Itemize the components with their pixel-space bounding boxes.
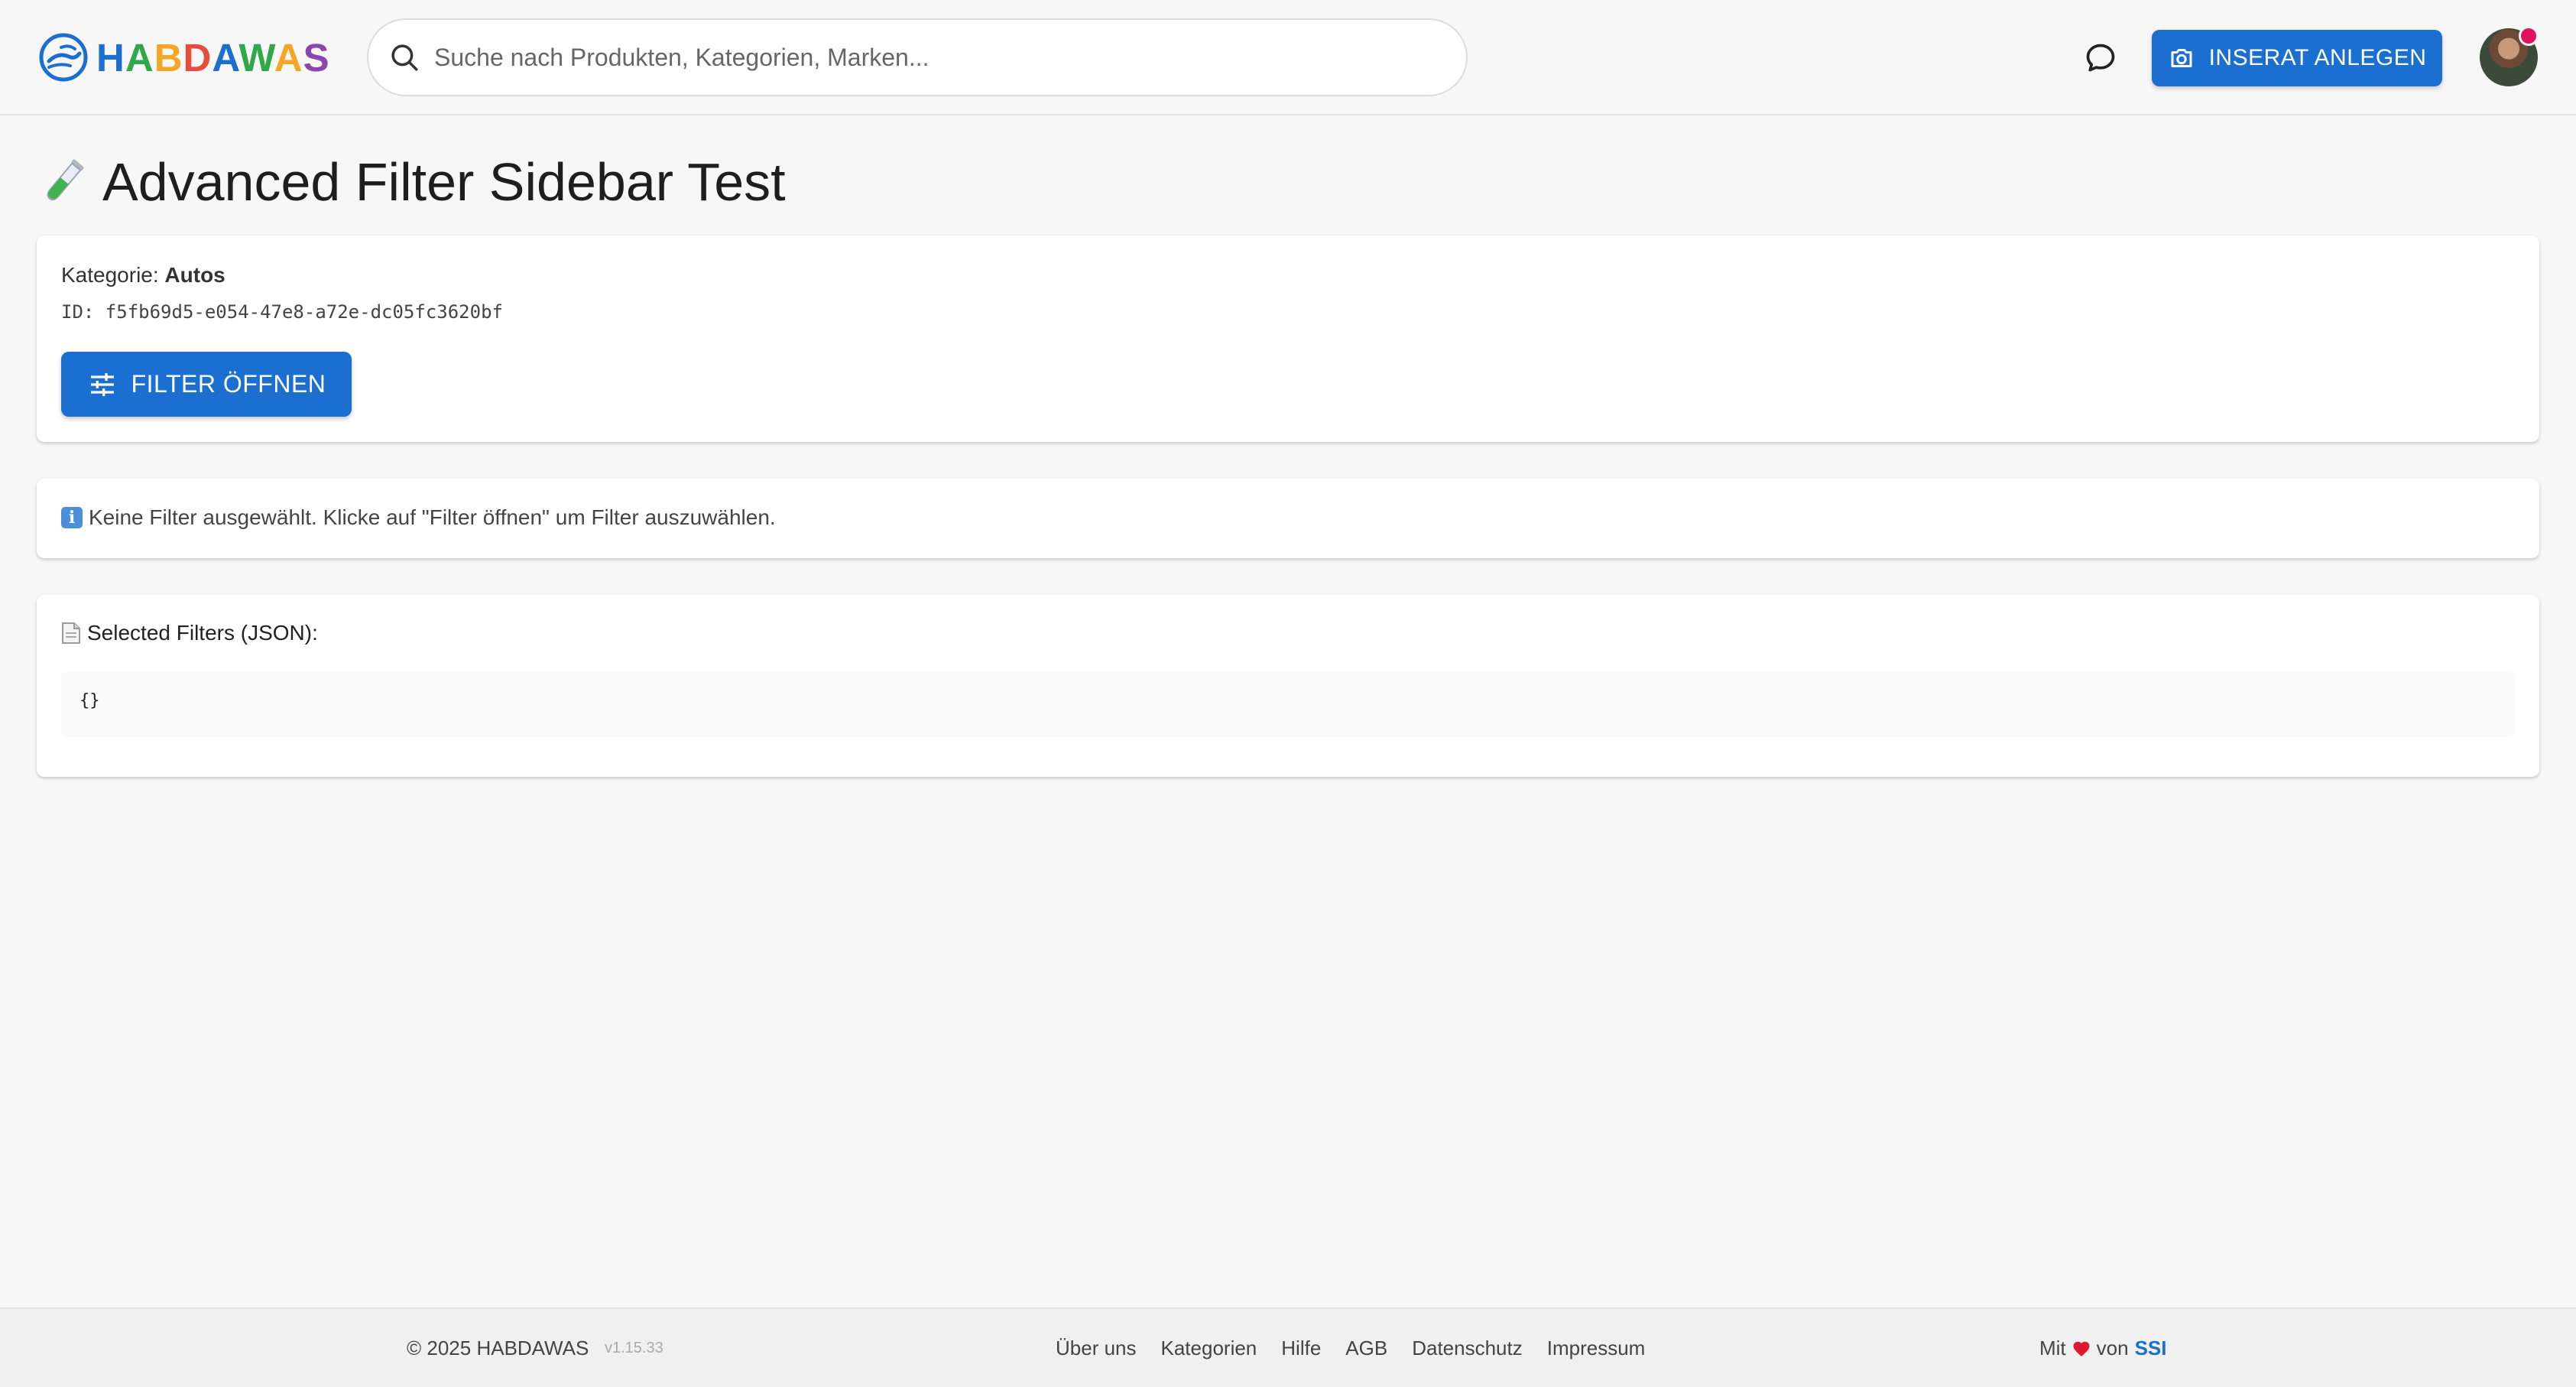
top-bar: HABDAWAS INSERAT ANLEGEN	[0, 0, 2576, 115]
footer-link-terms[interactable]: AGB	[1345, 1337, 1387, 1360]
json-output: {}	[61, 671, 2515, 737]
logo-letter: A	[274, 35, 303, 80]
search-icon	[391, 44, 418, 71]
info-message: Keine Filter ausgewählt. Klicke auf "Fil…	[89, 505, 776, 529]
logo-letter: B	[154, 35, 183, 80]
logo[interactable]: HABDAWAS	[38, 31, 330, 84]
json-title-row: Selected Filters (JSON):	[61, 621, 318, 645]
info-message-row: i Keine Filter ausgewählt. Klicke auf "F…	[61, 505, 776, 530]
made-by-brand[interactable]: SSI	[2135, 1337, 2167, 1360]
logo-icon	[39, 33, 88, 82]
logo-letter: W	[238, 35, 274, 80]
open-filter-label: FILTER ÖFFNEN	[131, 370, 326, 398]
footer-link-privacy[interactable]: Datenschutz	[1412, 1337, 1523, 1360]
logo-letter: A	[212, 35, 239, 80]
chat-icon[interactable]	[2084, 41, 2117, 75]
page-header: Advanced Filter Sidebar Test	[37, 151, 786, 213]
page-title: Advanced Filter Sidebar Test	[102, 152, 786, 212]
category-card: Kategorie: Autos ID: f5fb69d5-e054-47e8-…	[37, 235, 2539, 442]
test-tube-icon	[47, 159, 84, 201]
version: v1.15.33	[605, 1340, 663, 1356]
made-by: Mit von SSI	[2039, 1337, 2167, 1360]
copyright: © 2025 HABDAWAS	[407, 1337, 589, 1359]
footer-link-about[interactable]: Über uns	[1056, 1337, 1137, 1360]
category-line: Kategorie: Autos	[61, 263, 225, 287]
heart-icon	[2073, 1341, 2090, 1356]
sliders-icon	[90, 372, 114, 396]
info-card: i Keine Filter ausgewählt. Klicke auf "F…	[37, 479, 2539, 558]
footer-links: Über uns Kategorien Hilfe AGB Datenschut…	[1056, 1337, 1669, 1360]
footer-link-categories[interactable]: Kategorien	[1161, 1337, 1257, 1360]
open-filter-button[interactable]: FILTER ÖFFNEN	[61, 352, 352, 417]
category-id: ID: f5fb69d5-e054-47e8-a72e-dc05fc3620bf	[61, 301, 503, 323]
made-by-prefix: Mit	[2039, 1337, 2066, 1359]
json-title: Selected Filters (JSON):	[87, 621, 318, 645]
create-listing-button[interactable]: INSERAT ANLEGEN	[2152, 30, 2442, 86]
category-label: Kategorie:	[61, 263, 165, 287]
logo-letter: A	[125, 35, 154, 80]
footer-link-help[interactable]: Hilfe	[1281, 1337, 1321, 1360]
category-value: Autos	[164, 263, 225, 287]
info-icon: i	[61, 507, 83, 528]
footer: © 2025 HABDAWAS v1.15.33 Über uns Katego…	[0, 1307, 2576, 1387]
camera-icon	[2171, 49, 2192, 67]
create-listing-label: INSERAT ANLEGEN	[2208, 45, 2427, 70]
search-bar[interactable]	[367, 18, 1468, 96]
footer-link-imprint[interactable]: Impressum	[1547, 1337, 1646, 1360]
document-icon	[62, 622, 80, 644]
json-content: {}	[79, 691, 100, 710]
logo-letter: H	[96, 35, 125, 80]
logo-text: HABDAWAS	[96, 35, 330, 80]
search-input[interactable]	[434, 43, 1428, 72]
made-by-middle: von	[2096, 1337, 2129, 1359]
notification-badge	[2519, 26, 2539, 46]
logo-letter: S	[303, 35, 330, 80]
json-card: Selected Filters (JSON): {}	[37, 595, 2539, 777]
logo-letter: D	[183, 35, 213, 80]
